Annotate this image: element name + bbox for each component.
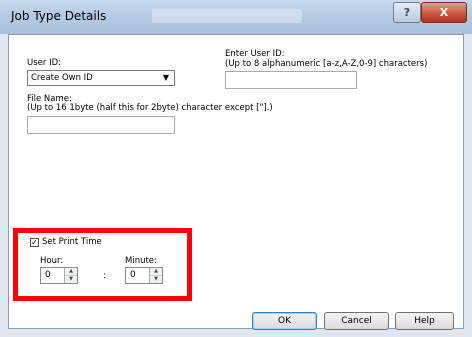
hour-value: 0	[45, 270, 51, 280]
minute-spinner[interactable]: 0 ▲ ▼	[125, 267, 163, 284]
minute-down-icon[interactable]: ▼	[150, 276, 162, 283]
user-id-select[interactable]: Create Own ID ▼	[27, 70, 175, 86]
set-print-time-checkbox[interactable]: ✓	[30, 238, 39, 247]
hour-down-icon[interactable]: ▼	[65, 276, 77, 283]
user-id-input[interactable]	[225, 71, 357, 89]
hour-spinner[interactable]: 0 ▲ ▼	[40, 267, 78, 284]
hour-up-icon[interactable]: ▲	[65, 268, 77, 276]
close-button[interactable]: X	[421, 2, 467, 23]
minute-value: 0	[130, 270, 136, 280]
window-title: Job Type Details	[11, 9, 107, 23]
user-id-label: User ID:	[27, 58, 61, 68]
minute-label: Minute:	[125, 256, 157, 266]
file-name-input[interactable]	[27, 116, 175, 134]
help-button[interactable]: Help	[395, 312, 454, 330]
title-bar: Job Type Details ? X	[0, 0, 472, 34]
hour-label: Hour:	[40, 256, 64, 266]
enter-user-id-label: Enter User ID:	[225, 49, 285, 59]
chevron-down-icon: ▼	[162, 73, 169, 82]
title-bar-ghost	[152, 9, 302, 23]
help-title-button[interactable]: ?	[393, 2, 421, 23]
user-id-select-value: Create Own ID	[31, 73, 93, 83]
cancel-button[interactable]: Cancel	[324, 312, 389, 330]
minute-up-icon[interactable]: ▲	[150, 268, 162, 276]
file-name-hint: (Up to 16 1byte (half this for 2byte) ch…	[27, 103, 273, 113]
enter-user-id-hint: (Up to 8 alphanumeric [a-z,A-Z,0-9] char…	[225, 59, 428, 69]
ok-button[interactable]: OK	[252, 312, 317, 330]
time-separator: :	[103, 271, 106, 281]
set-print-time-label: Set Print Time	[42, 237, 102, 247]
